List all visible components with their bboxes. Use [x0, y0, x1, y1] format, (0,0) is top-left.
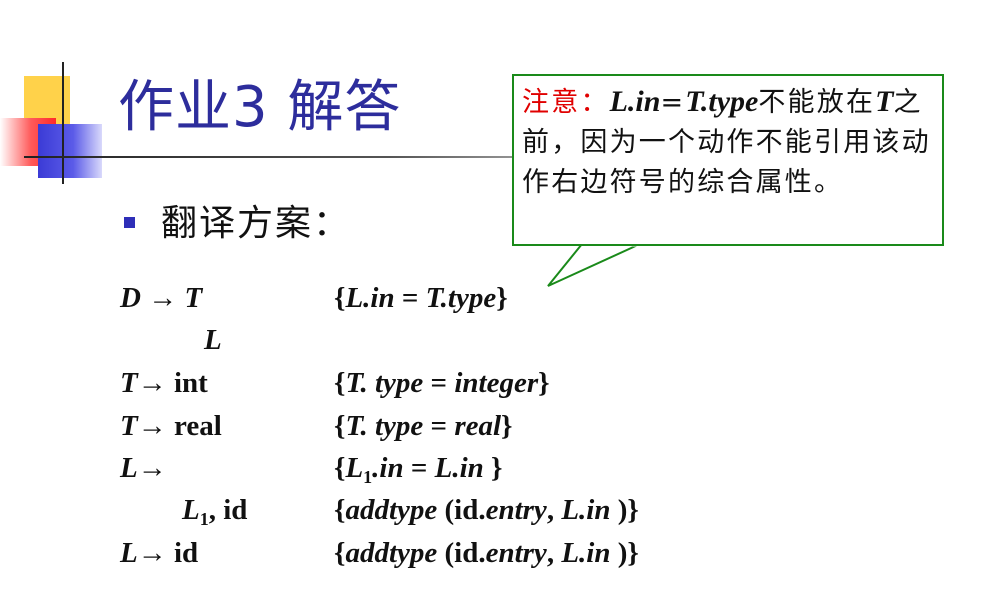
production-4-cont: L1, id	[182, 494, 248, 529]
production-1-cont: L	[204, 324, 222, 356]
production-5: L→ id	[120, 537, 199, 569]
action-5: {addtype (id.entry, L.in )}	[334, 537, 639, 569]
production-2: T→ int	[120, 367, 208, 399]
action-4a: {L1.in = L.in }	[334, 452, 503, 487]
action-2: {T. type = integer}	[334, 367, 550, 399]
translation-scheme: D → T {L.in = T.type} L T→ int {T. type …	[0, 0, 990, 605]
production-1: D → T	[120, 282, 203, 314]
production-3: T→ real	[120, 410, 222, 442]
production-4: L→	[120, 452, 167, 484]
action-1: {L.in = T.type}	[334, 282, 508, 314]
action-3: {T. type = real}	[334, 410, 513, 442]
action-4b: {addtype (id.entry, L.in )}	[334, 494, 639, 526]
